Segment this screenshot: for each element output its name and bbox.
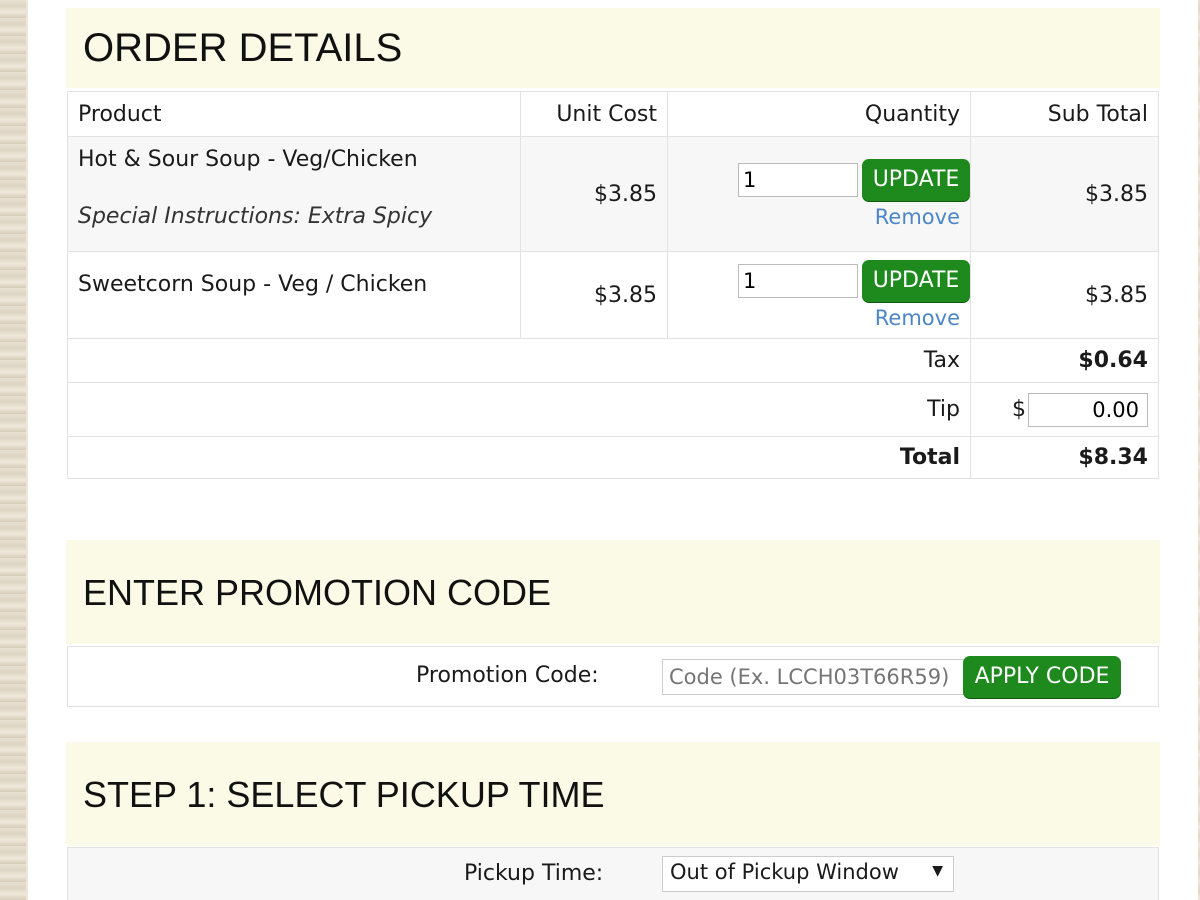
promotion-title: ENTER PROMOTION CODE bbox=[83, 572, 552, 613]
tip-input[interactable] bbox=[1028, 392, 1148, 427]
remove-link[interactable]: Remove bbox=[875, 205, 960, 229]
promotion-form: Promotion Code: APPLY CODE bbox=[67, 646, 1159, 707]
tax-row: Tax $0.64 bbox=[67, 338, 1159, 383]
total-label: Total bbox=[67, 436, 971, 479]
column-header-quantity: Quantity bbox=[667, 91, 971, 137]
pickup-time-label: Pickup Time: bbox=[464, 861, 604, 886]
promotion-code-label: Promotion Code: bbox=[416, 663, 599, 688]
product-cell: Sweetcorn Soup - Veg / Chicken bbox=[67, 251, 521, 339]
promotion-header: ENTER PROMOTION CODE bbox=[66, 540, 1160, 644]
product-name: Sweetcorn Soup - Veg / Chicken bbox=[78, 272, 428, 297]
sub-total-cell: $3.85 bbox=[970, 251, 1159, 339]
tip-currency: $ bbox=[1012, 396, 1026, 422]
order-details-title: ORDER DETAILS bbox=[83, 26, 403, 70]
update-button[interactable]: UPDATE bbox=[862, 260, 970, 302]
total-value: $8.34 bbox=[970, 436, 1159, 479]
background-left-border bbox=[0, 0, 26, 900]
pickup-time-select[interactable]: Out of Pickup Window ▼ bbox=[662, 856, 954, 892]
quantity-cell: UPDATE Remove bbox=[667, 136, 971, 252]
table-header-row: Product Unit Cost Quantity Sub Total bbox=[67, 91, 1159, 137]
pickup-header: STEP 1: SELECT PICKUP TIME bbox=[66, 742, 1160, 846]
remove-link[interactable]: Remove bbox=[875, 306, 960, 330]
table-row: Sweetcorn Soup - Veg / Chicken $3.85 UPD… bbox=[67, 251, 1159, 339]
column-header-unit-cost: Unit Cost bbox=[520, 91, 668, 137]
quantity-input[interactable] bbox=[738, 264, 858, 298]
sub-total-cell: $3.85 bbox=[970, 136, 1159, 252]
order-table: Product Unit Cost Quantity Sub Total Hot… bbox=[67, 91, 1159, 479]
pickup-form: Pickup Time: Out of Pickup Window ▼ bbox=[67, 847, 1159, 900]
unit-cost-cell: $3.85 bbox=[520, 251, 668, 339]
pickup-title: STEP 1: SELECT PICKUP TIME bbox=[83, 774, 605, 815]
product-cell: Hot & Sour Soup - Veg/Chicken Special In… bbox=[67, 136, 521, 252]
total-row: Total $8.34 bbox=[67, 436, 1159, 479]
order-details-header: ORDER DETAILS bbox=[66, 8, 1160, 88]
special-instructions: Special Instructions: Extra Spicy bbox=[78, 204, 433, 229]
column-header-sub-total: Sub Total bbox=[970, 91, 1159, 137]
tip-label: Tip bbox=[67, 382, 971, 437]
update-button[interactable]: UPDATE bbox=[862, 159, 970, 201]
pickup-time-selected: Out of Pickup Window bbox=[670, 860, 899, 884]
tax-label: Tax bbox=[67, 338, 971, 383]
quantity-input[interactable] bbox=[738, 163, 858, 197]
tip-cell: $ bbox=[970, 382, 1159, 437]
product-name: Hot & Sour Soup - Veg/Chicken bbox=[78, 147, 418, 172]
table-row: Hot & Sour Soup - Veg/Chicken Special In… bbox=[67, 136, 1159, 252]
checkout-panel: ORDER DETAILS Product Unit Cost Quantity… bbox=[28, 0, 1198, 900]
unit-cost-cell: $3.85 bbox=[520, 136, 668, 252]
tip-row: Tip $ bbox=[67, 382, 1159, 437]
dropdown-caret-icon: ▼ bbox=[932, 863, 943, 879]
tax-value: $0.64 bbox=[970, 338, 1159, 383]
apply-code-button[interactable]: APPLY CODE bbox=[963, 656, 1121, 698]
column-header-product: Product bbox=[67, 91, 521, 137]
quantity-cell: UPDATE Remove bbox=[667, 251, 971, 339]
promotion-code-input[interactable] bbox=[662, 659, 998, 695]
